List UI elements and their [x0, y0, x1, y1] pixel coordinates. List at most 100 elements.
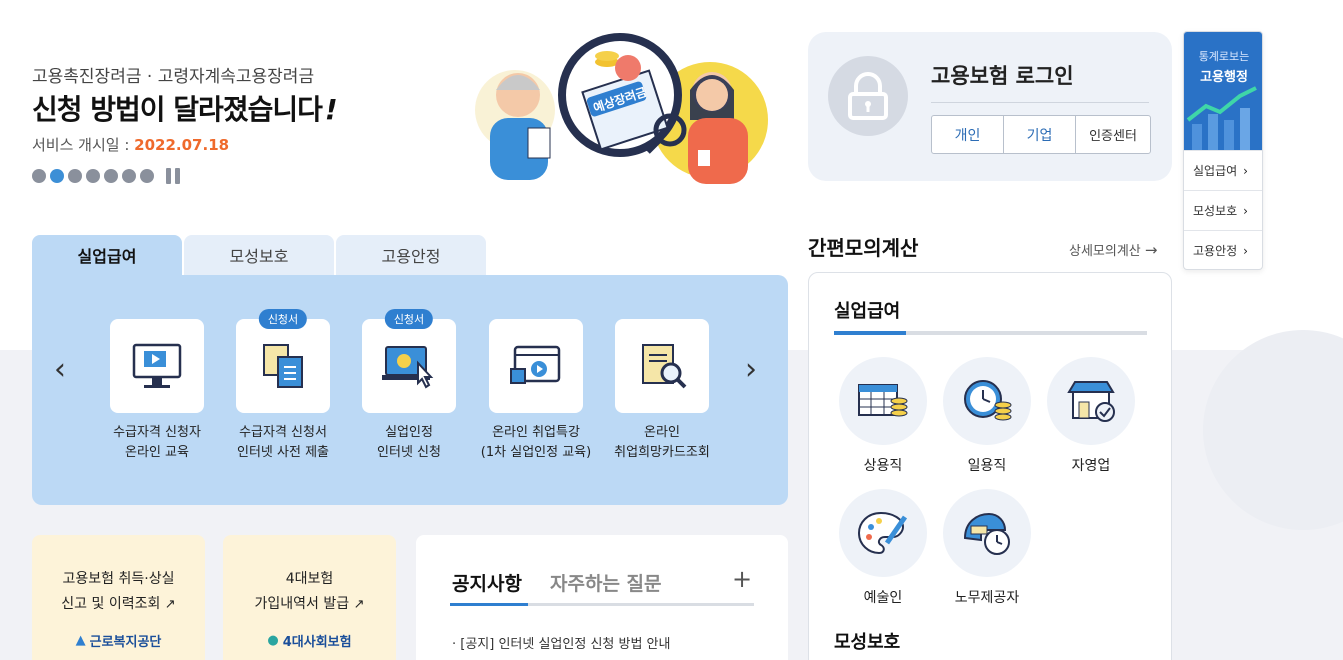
hero-subtitle: 고용촉진장려금 · 고령자계속고용장려금: [32, 67, 315, 87]
calc-box: 실업급여 상용직 일용직 자영업 예술인 노무제공자 모성보호: [808, 272, 1172, 660]
palette-brush-icon: [839, 489, 927, 577]
side-quick-menu: 통계로보는 고용행정 실업급여 › 모성보호 › 고용안정 ›: [1183, 31, 1263, 270]
hero-title-text: 신청 방법이 달라졌습니다: [32, 93, 323, 126]
notice-tab-underline: [450, 603, 754, 606]
calc-item-daily[interactable]: 일용직: [943, 357, 1031, 475]
stats-banner[interactable]: 통계로보는 고용행정: [1184, 32, 1262, 150]
more-plus-icon[interactable]: +: [732, 565, 752, 593]
lock-icon: [828, 56, 908, 136]
service-badge: 신청서: [384, 309, 434, 329]
carousel-dot[interactable]: [122, 169, 136, 183]
carousel-dot-active[interactable]: [50, 169, 64, 183]
calc-item-label: 상용직: [863, 458, 903, 474]
store-check-icon: [1047, 357, 1135, 445]
tab-employment-stability[interactable]: 고용안정: [336, 235, 486, 275]
carousel-dot[interactable]: [104, 169, 118, 183]
carousel-dot[interactable]: [68, 169, 82, 183]
service-item[interactable]: 온라인 취업특강 (1차 실업인정 교육): [473, 319, 599, 463]
side-link-label: 고용안정: [1193, 244, 1238, 258]
service-label: 온라인 취업특강 (1차 실업인정 교육): [480, 425, 592, 460]
laptop-click-icon: [382, 346, 434, 389]
arrow-right-icon: →: [1144, 241, 1158, 259]
hero-title-mark: !: [324, 93, 338, 126]
stats-banner-line1: 통계로보는: [1198, 50, 1250, 63]
tab-unemployment[interactable]: 실업급여: [32, 235, 182, 275]
calc-item-self-employed[interactable]: 자영업: [1047, 357, 1135, 475]
calc-title: 간편모의계산: [808, 236, 919, 260]
carousel-indicators: [32, 168, 180, 184]
documents-icon: [263, 344, 303, 388]
service-label: 수급자격 신청자 온라인 교육: [113, 425, 201, 460]
notice-list-item[interactable]: · [공지] 인터넷 실업인정 신청 방법 안내: [452, 633, 670, 652]
service-icon-box: [489, 319, 583, 413]
carousel-dot[interactable]: [32, 169, 46, 183]
card-text: 4대보험 가입내역서 발급 ↗: [254, 571, 365, 612]
hero-date: 서비스 개시일 : 2022.07.18: [32, 134, 229, 155]
next-arrow-icon[interactable]: ›: [745, 352, 757, 387]
calc-item-labor-provider[interactable]: 노무제공자: [943, 489, 1031, 607]
side-link-label: 실업급여: [1193, 164, 1238, 178]
calc-item-label: 일용직: [967, 458, 1007, 474]
prev-arrow-icon[interactable]: ‹: [54, 352, 66, 387]
notice-box: 공지사항 자주하는 질문 + · [공지] 인터넷 실업인정 신청 방법 안내: [416, 535, 788, 660]
chevron-right-icon: ›: [1243, 243, 1248, 258]
external-link-icon: ↗: [353, 597, 365, 612]
login-button-group: 개인 기업 인증센터: [931, 115, 1151, 154]
tab-faq[interactable]: 자주하는 질문: [550, 569, 662, 596]
service-item[interactable]: 수급자격 신청자 온라인 교육: [94, 319, 220, 463]
chevron-right-icon: ›: [1243, 203, 1248, 218]
calc-item-label: 예술인: [863, 590, 903, 606]
calc-item-label: 자영업: [1071, 458, 1111, 474]
service-icon-box: 신청서: [236, 309, 330, 413]
calendar-coins-icon: [839, 357, 927, 445]
service-label: 실업인정 인터넷 신청: [377, 425, 441, 460]
stats-banner-line2: 고용행정: [1200, 70, 1248, 85]
service-icon-box: 신청서: [362, 309, 456, 413]
login-box: 고용보험 로그인 개인 기업 인증센터: [808, 32, 1172, 181]
comwel-logo-icon: ▲: [75, 633, 86, 648]
calc-section-underline: [834, 331, 1147, 335]
card-four-insurance[interactable]: 4대보험 가입내역서 발급 ↗ ● 4대사회보험: [223, 535, 396, 660]
calc-more-link[interactable]: 상세모의계산 →: [1069, 240, 1157, 259]
service-item[interactable]: 신청서 수급자격 신청서 인터넷 사전 제출: [220, 309, 346, 463]
chart-growth-icon: [1186, 86, 1257, 150]
video-window-icon: [510, 345, 561, 384]
side-link-label: 모성보호: [1193, 204, 1238, 218]
hero-title[interactable]: 신청 방법이 달라졌습니다!: [32, 88, 338, 128]
helmet-clock-icon: [943, 489, 1031, 577]
card-insurance-report[interactable]: 고용보험 취득·상실 신고 및 이력조회 ↗ ▲ 근로복지공단: [32, 535, 205, 660]
service-icon-box: [110, 319, 204, 413]
card-logo: ● 4대사회보험: [267, 633, 352, 650]
card-search-icon: [642, 344, 687, 389]
side-link-unemployment[interactable]: 실업급여 ›: [1184, 150, 1262, 190]
tab-maternity[interactable]: 모성보호: [184, 235, 334, 275]
carousel-pause-button[interactable]: [166, 168, 180, 184]
login-title: 고용보험 로그인: [931, 64, 1074, 88]
calc-item-artist[interactable]: 예술인: [839, 489, 927, 607]
service-label: 수급자격 신청서 인터넷 사전 제출: [237, 425, 329, 460]
tab-notice[interactable]: 공지사항: [452, 569, 522, 596]
service-item[interactable]: 신청서 실업인정 인터넷 신청: [346, 309, 472, 463]
calc-item-label: 노무제공자: [954, 590, 1020, 606]
side-link-maternity[interactable]: 모성보호 ›: [1184, 190, 1262, 230]
login-cert-center-button[interactable]: 인증센터: [1076, 116, 1150, 153]
monitor-play-icon: [132, 343, 182, 388]
calc-section-title: 실업급여: [834, 301, 901, 322]
service-badge: 신청서: [258, 309, 308, 329]
card-text: 고용보험 취득·상실 신고 및 이력조회 ↗: [61, 571, 176, 612]
login-company-button[interactable]: 기업: [1004, 116, 1076, 153]
login-divider: [931, 102, 1149, 103]
calc-item-regular[interactable]: 상용직: [839, 357, 927, 475]
hero-illustration: 예상장려금: [475, 33, 768, 184]
service-label: 온라인 취업희망카드조회: [614, 425, 710, 460]
chevron-right-icon: ›: [1243, 163, 1248, 178]
carousel-dot[interactable]: [86, 169, 100, 183]
service-item[interactable]: 온라인 취업희망카드조회: [599, 319, 725, 463]
hero-date-label: 서비스 개시일 :: [32, 136, 135, 154]
hero-date-value: 2022.07.18: [134, 136, 230, 154]
login-personal-button[interactable]: 개인: [932, 116, 1004, 153]
external-link-icon: ↗: [164, 597, 176, 612]
side-link-employment-stability[interactable]: 고용안정 ›: [1184, 230, 1262, 269]
carousel-dot[interactable]: [140, 169, 154, 183]
card-logo: ▲ 근로복지공단: [75, 633, 162, 650]
